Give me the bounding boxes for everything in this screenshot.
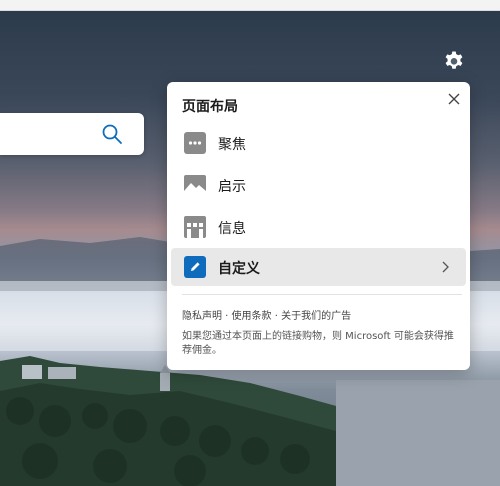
terms-link[interactable]: 使用条款 bbox=[232, 311, 272, 322]
chevron-right-icon bbox=[442, 261, 449, 273]
link-separator: · bbox=[222, 311, 232, 322]
custom-edit-icon bbox=[184, 256, 206, 278]
search-box[interactable] bbox=[0, 113, 144, 155]
affiliate-disclaimer: 如果您通过本页面上的链接购物，则 Microsoft 可能会获得推荐佣金。 bbox=[182, 331, 454, 356]
layout-option-inspirational[interactable]: 启示 bbox=[171, 166, 466, 204]
layout-option-label: 自定义 bbox=[218, 261, 260, 277]
focused-layout-icon bbox=[184, 132, 206, 154]
about-ads-link[interactable]: 关于我们的广告 bbox=[281, 311, 351, 322]
panel-title: 页面布局 bbox=[182, 99, 238, 115]
layout-option-focused[interactable]: 聚焦 bbox=[171, 124, 466, 162]
informational-layout-icon bbox=[184, 216, 206, 238]
layout-option-label: 信息 bbox=[218, 221, 246, 237]
inspirational-layout-icon bbox=[184, 175, 206, 195]
close-icon[interactable] bbox=[444, 89, 464, 109]
gear-icon[interactable] bbox=[442, 50, 466, 74]
panel-divider bbox=[182, 294, 462, 295]
search-icon[interactable] bbox=[101, 123, 123, 145]
layout-option-label: 启示 bbox=[218, 179, 246, 195]
page-layout-panel: 页面布局 聚焦 启示 信息 自定义 隐私声明 · 使用条款 · 关于我们的广告 … bbox=[167, 82, 470, 370]
layout-option-label: 聚焦 bbox=[218, 137, 246, 153]
background-gray-block bbox=[336, 380, 500, 486]
layout-option-informational[interactable]: 信息 bbox=[171, 208, 466, 246]
footer-links: 隐私声明 · 使用条款 · 关于我们的广告 bbox=[182, 307, 351, 322]
layout-option-custom[interactable]: 自定义 bbox=[171, 248, 466, 286]
link-separator: · bbox=[271, 311, 282, 322]
browser-top-edge bbox=[0, 0, 500, 11]
privacy-link[interactable]: 隐私声明 bbox=[182, 311, 222, 322]
